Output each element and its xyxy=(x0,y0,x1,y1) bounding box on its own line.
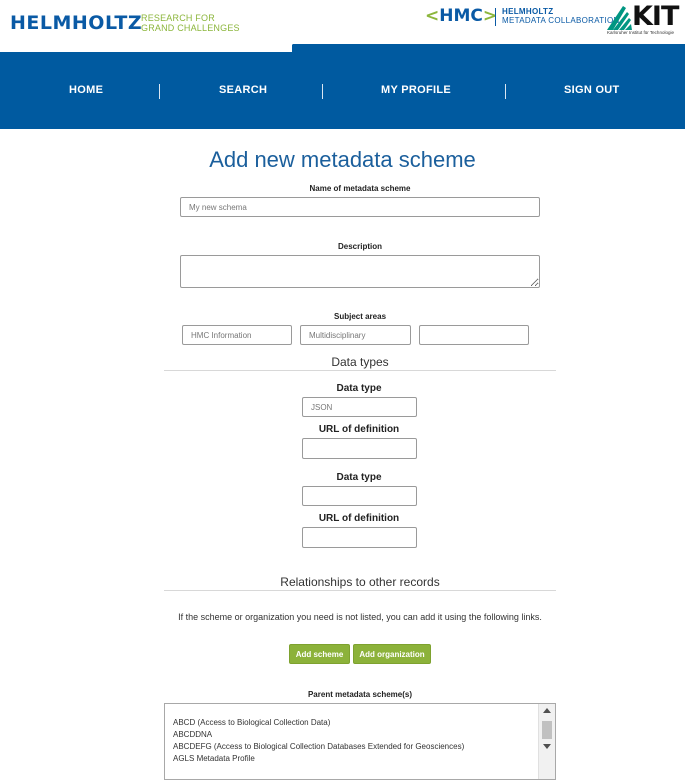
nav-divider xyxy=(159,84,160,99)
nav-item-sign-out[interactable]: SIGN OUT xyxy=(564,84,620,96)
main-navigation: HOME SEARCH MY PROFILE SIGN OUT xyxy=(0,44,685,129)
page-title: Add new metadata scheme xyxy=(209,147,476,172)
parent-schemes-listbox[interactable]: ABCD (Access to Biological Collection Da… xyxy=(164,703,556,780)
nav-item-home[interactable]: HOME xyxy=(69,84,103,96)
nav-tab-slope xyxy=(284,44,293,52)
relationships-heading: Relationships to other records xyxy=(280,575,440,589)
nav-divider xyxy=(505,84,506,99)
subject-area-input-1[interactable] xyxy=(182,325,292,345)
data-type-input[interactable] xyxy=(302,486,417,506)
hmc-name-line-2: METADATA COLLABORATION xyxy=(502,16,620,25)
url-of-definition-label: URL of definition xyxy=(318,424,400,435)
add-organization-button[interactable]: Add organization xyxy=(353,644,431,664)
nav-item-search[interactable]: SEARCH xyxy=(219,84,267,96)
list-item[interactable]: ABCD (Access to Biological Collection Da… xyxy=(173,718,330,727)
hmc-name-line-1: HELMHOLTZ xyxy=(502,7,554,16)
nav-item-my-profile[interactable]: MY PROFILE xyxy=(381,84,451,96)
subject-area-input-2[interactable] xyxy=(300,325,411,345)
scroll-down-arrow-icon[interactable] xyxy=(543,744,551,749)
scrollbar-thumb[interactable] xyxy=(542,721,552,739)
helmholtz-tagline: RESEARCH FOR GRAND CHALLENGES xyxy=(141,13,240,33)
parent-schemes-label: Parent metadata scheme(s) xyxy=(307,690,413,699)
scheme-name-input[interactable] xyxy=(180,197,540,217)
relationships-info-text: If the scheme or organization you need i… xyxy=(178,612,542,622)
url-of-definition-input[interactable] xyxy=(302,527,417,548)
list-item[interactable]: ABCDEFG (Access to Biological Collection… xyxy=(173,742,464,751)
description-textarea[interactable] xyxy=(180,255,540,288)
hmc-logo-text: HMC xyxy=(439,6,483,26)
url-of-definition-label: URL of definition xyxy=(318,513,400,524)
name-label: Name of metadata scheme xyxy=(309,184,411,193)
nav-tab-shape xyxy=(0,44,292,52)
data-types-heading: Data types xyxy=(331,355,389,369)
add-scheme-button[interactable]: Add scheme xyxy=(289,644,350,664)
site-header: HELMHOLTZ RESEARCH FOR GRAND CHALLENGES … xyxy=(0,0,685,44)
helmholtz-logo[interactable]: HELMHOLTZ xyxy=(10,12,142,34)
scroll-up-arrow-icon[interactable] xyxy=(543,708,551,713)
listbox-scrollbar[interactable] xyxy=(538,704,555,779)
section-divider xyxy=(164,590,556,591)
tagline-line-2: GRAND CHALLENGES xyxy=(141,23,240,33)
data-type-label: Data type xyxy=(336,472,382,483)
hmc-logo[interactable]: <HMC> xyxy=(425,6,497,26)
list-item[interactable]: ABCDDNA xyxy=(173,730,212,739)
list-item[interactable]: AGLS Metadata Profile xyxy=(173,754,255,763)
data-type-label: Data type xyxy=(336,383,382,394)
section-divider xyxy=(164,370,556,371)
data-type-input[interactable] xyxy=(302,397,417,417)
kit-subtitle: Karlsruher Institut für Technologie xyxy=(607,30,674,35)
url-of-definition-input[interactable] xyxy=(302,438,417,459)
tagline-line-1: RESEARCH FOR xyxy=(141,13,215,23)
description-label: Description xyxy=(337,242,382,251)
hmc-divider xyxy=(495,8,496,26)
subject-area-input-3[interactable] xyxy=(419,325,529,345)
hmc-name: HELMHOLTZ METADATA COLLABORATION xyxy=(502,7,620,25)
nav-divider xyxy=(322,84,323,99)
kit-logo[interactable]: KIT xyxy=(632,1,679,32)
subject-areas-label: Subject areas xyxy=(333,312,387,321)
